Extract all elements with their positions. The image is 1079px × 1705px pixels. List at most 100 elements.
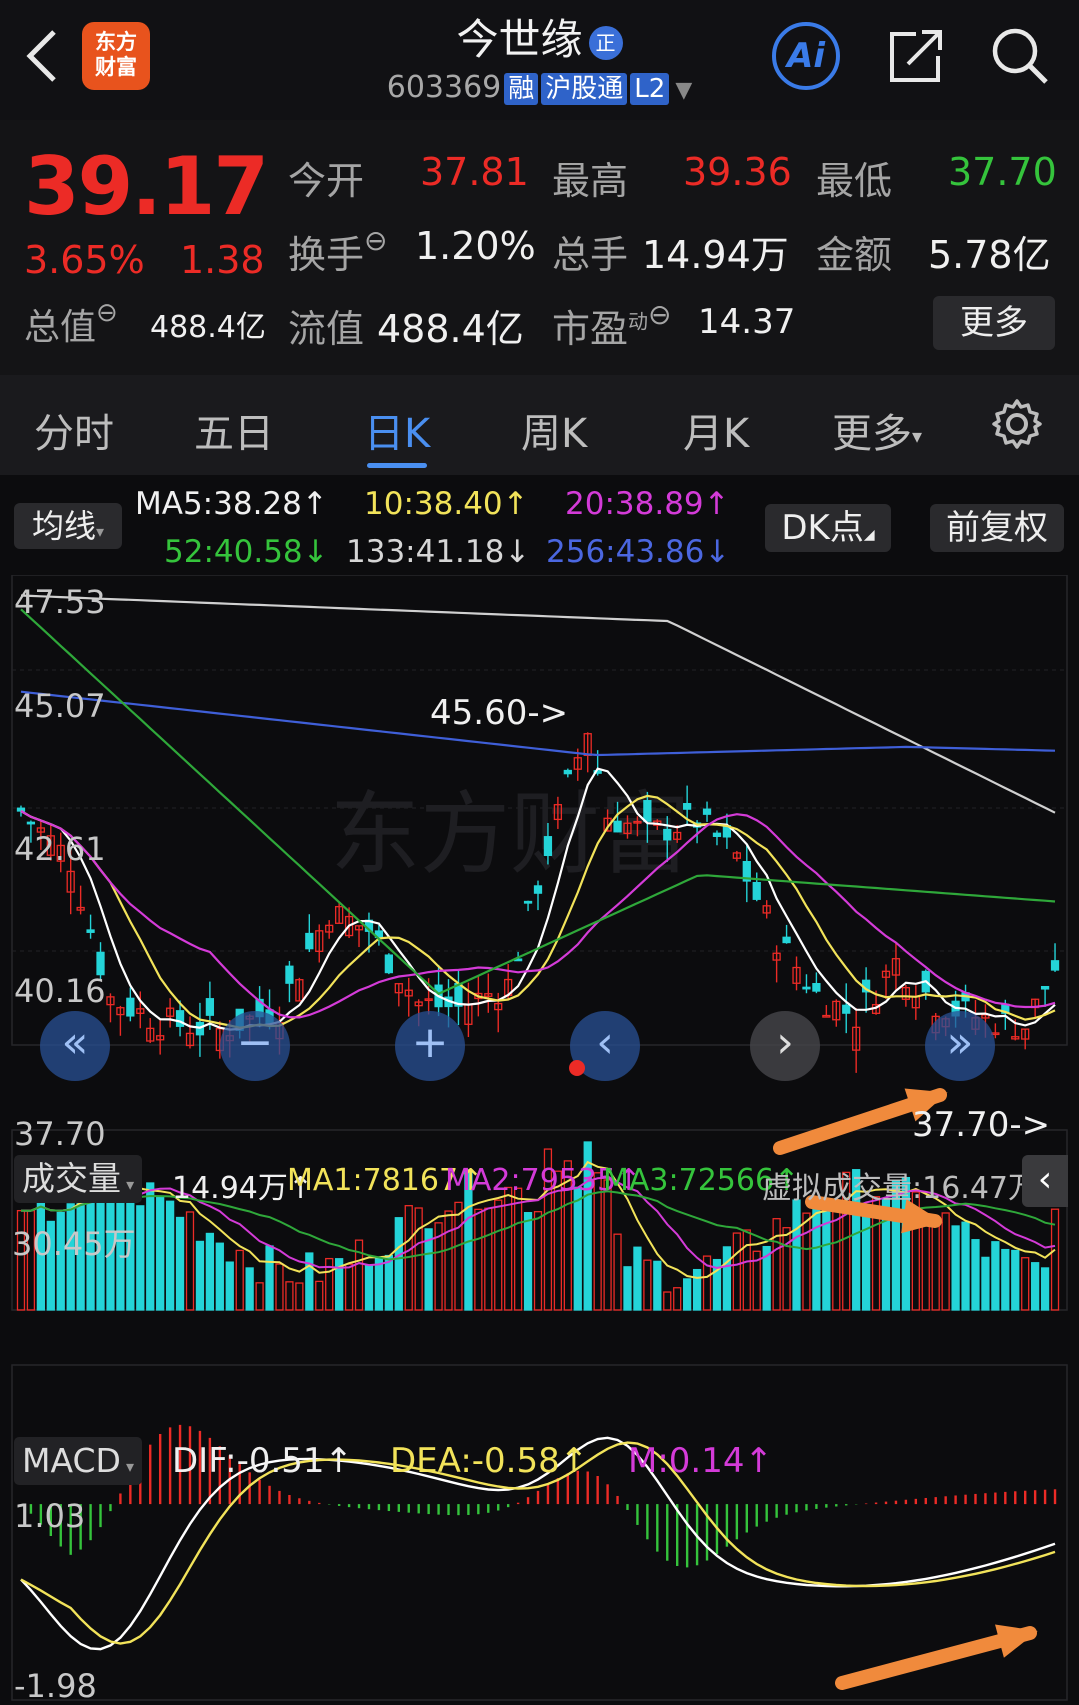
volume-bar <box>643 1259 652 1311</box>
volume-indicator-selector[interactable]: 成交量 ▾ <box>14 1155 143 1203</box>
volume-bar <box>1031 1262 1040 1311</box>
dk-point-button[interactable]: DK点◢ <box>765 504 891 552</box>
volume-bar <box>265 1245 274 1311</box>
price-axis-label: 47.53 <box>14 583 106 621</box>
volume-bar <box>812 1205 821 1311</box>
open-value: 37.81 <box>420 150 529 194</box>
tab-weekly-k[interactable]: 周K <box>521 401 587 459</box>
volume-bar <box>623 1266 632 1311</box>
candle-body <box>683 803 692 810</box>
virtual-volume: 虚拟成交量:16.47万 <box>762 1171 1038 1206</box>
ma20-value: 20:38.89↑ <box>565 486 730 522</box>
volume-bar <box>255 1282 264 1311</box>
price-axis-label: 40.16 <box>14 972 106 1010</box>
collapse-panel-icon[interactable]: ‹ <box>1022 1155 1068 1207</box>
float-mv-value: 488.4亿 <box>377 307 524 351</box>
indicator-selector[interactable]: 均线▾ <box>14 503 122 549</box>
tab-intraday[interactable]: 分时 <box>34 401 114 459</box>
volume-bar <box>663 1291 672 1311</box>
macd-axis-label: 1.03 <box>14 1497 86 1535</box>
volume-bar <box>414 1207 423 1311</box>
settings-gear-icon[interactable] <box>990 397 1044 451</box>
share-icon[interactable] <box>886 26 946 86</box>
volume-bar <box>931 1220 940 1311</box>
high-label: 最高 <box>552 159 629 203</box>
volume-bar <box>1011 1249 1020 1311</box>
low-price-annotation: 37.70-> <box>912 1105 1051 1145</box>
volume-bar <box>981 1256 990 1311</box>
volume-bar <box>991 1241 1000 1311</box>
info-icon[interactable]: ⊖ <box>96 298 118 328</box>
macd-m: M:0.14↑ <box>628 1441 773 1481</box>
macd-dea: DEA:-0.58↑ <box>390 1441 589 1481</box>
volume-bar <box>215 1242 224 1311</box>
tab-more[interactable]: 更多▾ <box>832 401 922 459</box>
volume-bar <box>603 1179 612 1311</box>
volume-label: 总手 <box>552 233 629 277</box>
volume-bar <box>245 1267 254 1311</box>
stock-code: 603369 <box>386 70 502 105</box>
volume-bar <box>165 1200 175 1311</box>
volume-bar <box>354 1239 364 1311</box>
volume-bar <box>474 1208 483 1311</box>
volume-bar <box>315 1280 324 1311</box>
macd-indicator-selector[interactable]: MACD ▾ <box>14 1437 143 1485</box>
tab-monthly-k[interactable]: 月K <box>683 401 749 459</box>
info-icon[interactable]: ⊖ <box>648 298 671 331</box>
candle-body <box>643 800 652 822</box>
macd-dif: DIF:-0.51↑ <box>172 1441 354 1481</box>
dropdown-triangle-icon[interactable]: ▼ <box>675 78 692 103</box>
price-axis-label: 45.07 <box>14 687 106 725</box>
candle-body <box>1050 960 1060 971</box>
ai-assistant-button[interactable]: Ai <box>772 22 840 90</box>
pe-label: 市盈动⊖ <box>552 298 672 351</box>
volume-bar <box>732 1232 741 1311</box>
volume-bar <box>1001 1248 1010 1311</box>
more-quote-button[interactable]: 更多 <box>933 296 1055 350</box>
total-mv-label: 总值⊖ <box>24 298 118 348</box>
ma256-value: 256:43.86↓ <box>546 534 731 570</box>
candle-body <box>752 881 761 900</box>
search-icon[interactable] <box>988 24 1052 88</box>
top-bar: 东方 财富 今世缘正 603369 融沪股通 L2 ▼ Ai <box>0 0 1079 120</box>
volume-bar <box>613 1233 622 1311</box>
volume-bar <box>195 1240 205 1311</box>
adjust-selector[interactable]: 前复权 <box>930 504 1064 552</box>
tab-five-day[interactable]: 五日 <box>194 401 274 459</box>
candle-body <box>285 965 294 984</box>
volume-bar <box>861 1208 871 1311</box>
high-price-annotation: 45.60-> <box>430 693 569 733</box>
scroll-left-far-icon[interactable]: « <box>40 1011 110 1081</box>
volume-bar <box>156 1196 165 1311</box>
volume-bar <box>951 1225 960 1311</box>
tab-daily-k[interactable]: 日K <box>364 401 430 459</box>
candle-body <box>523 900 533 904</box>
volume-axis-label: 30.45万 <box>12 1225 136 1263</box>
price-axis-label: 37.70 <box>14 1115 106 1153</box>
low-label: 最低 <box>816 159 893 203</box>
zoom-in-button[interactable]: + <box>395 1011 465 1081</box>
volume-bar <box>146 1182 155 1311</box>
zoom-out-button[interactable]: − <box>220 1011 290 1081</box>
period-tabs: 分时 五日 日K 周K 月K 更多▾ <box>0 375 1079 475</box>
volume-bar <box>1040 1267 1050 1311</box>
ma5-value: MA5:38.28↑ <box>135 486 328 522</box>
candle-body <box>16 807 26 812</box>
amount-value: 5.78亿 <box>928 233 1051 277</box>
watermark: 东方财富 <box>330 782 690 887</box>
stock-name: 今世缘 <box>456 15 583 64</box>
candle-body <box>822 1014 831 1018</box>
volume-bar <box>722 1246 732 1311</box>
ma10-value: 10:38.40↑ <box>364 486 529 522</box>
scroll-right-far-icon[interactable]: » <box>925 1011 995 1081</box>
macd-panel-frame <box>11 1364 1068 1701</box>
position-indicator-dot <box>569 1060 585 1076</box>
volume-bar <box>235 1249 244 1311</box>
info-icon[interactable]: ⊖ <box>364 224 387 257</box>
tag-l2: L2 <box>630 72 670 105</box>
volume-bar <box>802 1212 811 1311</box>
scroll-right-button[interactable]: › <box>750 1011 820 1081</box>
open-label: 今开 <box>288 159 365 203</box>
volume-bar <box>454 1201 463 1311</box>
volume-bar <box>295 1282 304 1311</box>
